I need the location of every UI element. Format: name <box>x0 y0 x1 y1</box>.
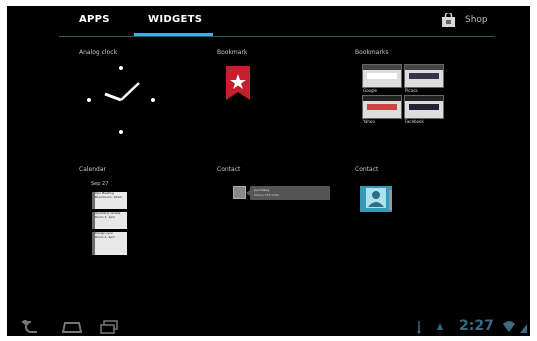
contact-avatar-icon <box>360 186 392 212</box>
widget-label-contact: Contact <box>217 166 241 173</box>
system-bar: 2:27 <box>7 318 530 336</box>
wifi-icon <box>503 321 515 332</box>
widget-label-analog-clock: Analog clock <box>79 49 118 56</box>
event-detail: Room 2, 4pm <box>95 234 116 239</box>
status-clock: 2:27 <box>459 318 494 334</box>
tab-widgets[interactable]: WIDGETS <box>148 14 202 25</box>
analog-clock-preview-icon <box>87 66 155 134</box>
widget-label-bookmark: Bookmark <box>217 49 248 56</box>
sync-icon <box>437 323 443 330</box>
calendar-date: Sep 27 <box>91 181 109 187</box>
widget-label-calendar: Calendar <box>79 166 106 173</box>
bookmark-ribbon-icon <box>226 66 250 100</box>
signal-icon <box>520 324 527 333</box>
contact-detail: Mobile 555 0100 <box>254 193 280 197</box>
bookmark-thumbnail <box>404 64 444 88</box>
launcher-screen: APPS WIDGETS Shop Analog clock Bookmark <box>7 6 530 336</box>
contact-photo-icon <box>233 186 246 199</box>
calendar-event: Design sync Room 2, 4pm <box>92 232 127 255</box>
widget-label-bookmarks: Bookmarks <box>355 49 389 56</box>
recent-apps-icon[interactable] <box>99 320 119 334</box>
home-icon[interactable] <box>61 320 83 334</box>
bookmark-caption: Facebook <box>405 119 424 124</box>
bookmark-caption: Picasa <box>405 88 418 93</box>
widget-label-contact: Contact <box>355 166 379 173</box>
tab-divider <box>59 36 495 37</box>
calendar-event: Quarterly review Room 3, 1pm <box>92 212 127 229</box>
tab-apps[interactable]: APPS <box>79 14 110 25</box>
shop-label: Shop <box>465 15 488 25</box>
bookmark-caption: Google <box>363 88 378 93</box>
bookmark-caption: Yahoo <box>363 119 375 124</box>
shop-bag-icon <box>442 13 455 27</box>
back-icon[interactable] <box>21 320 41 334</box>
tab-bar: APPS WIDGETS Shop <box>7 6 530 40</box>
bookmark-thumbnail <box>404 95 444 119</box>
event-detail: Boardroom, 10am <box>95 194 123 199</box>
contact-card: Joe Chang Mobile 555 0100 <box>246 186 330 200</box>
event-detail: Room 3, 1pm <box>95 214 116 219</box>
bookmark-thumbnail <box>362 95 402 119</box>
bookmark-thumbnail <box>362 64 402 88</box>
contact-name: Joe Chang <box>254 188 270 192</box>
usb-icon <box>417 321 421 334</box>
calendar-event: Ops Meeting Boardroom, 10am <box>92 192 127 209</box>
